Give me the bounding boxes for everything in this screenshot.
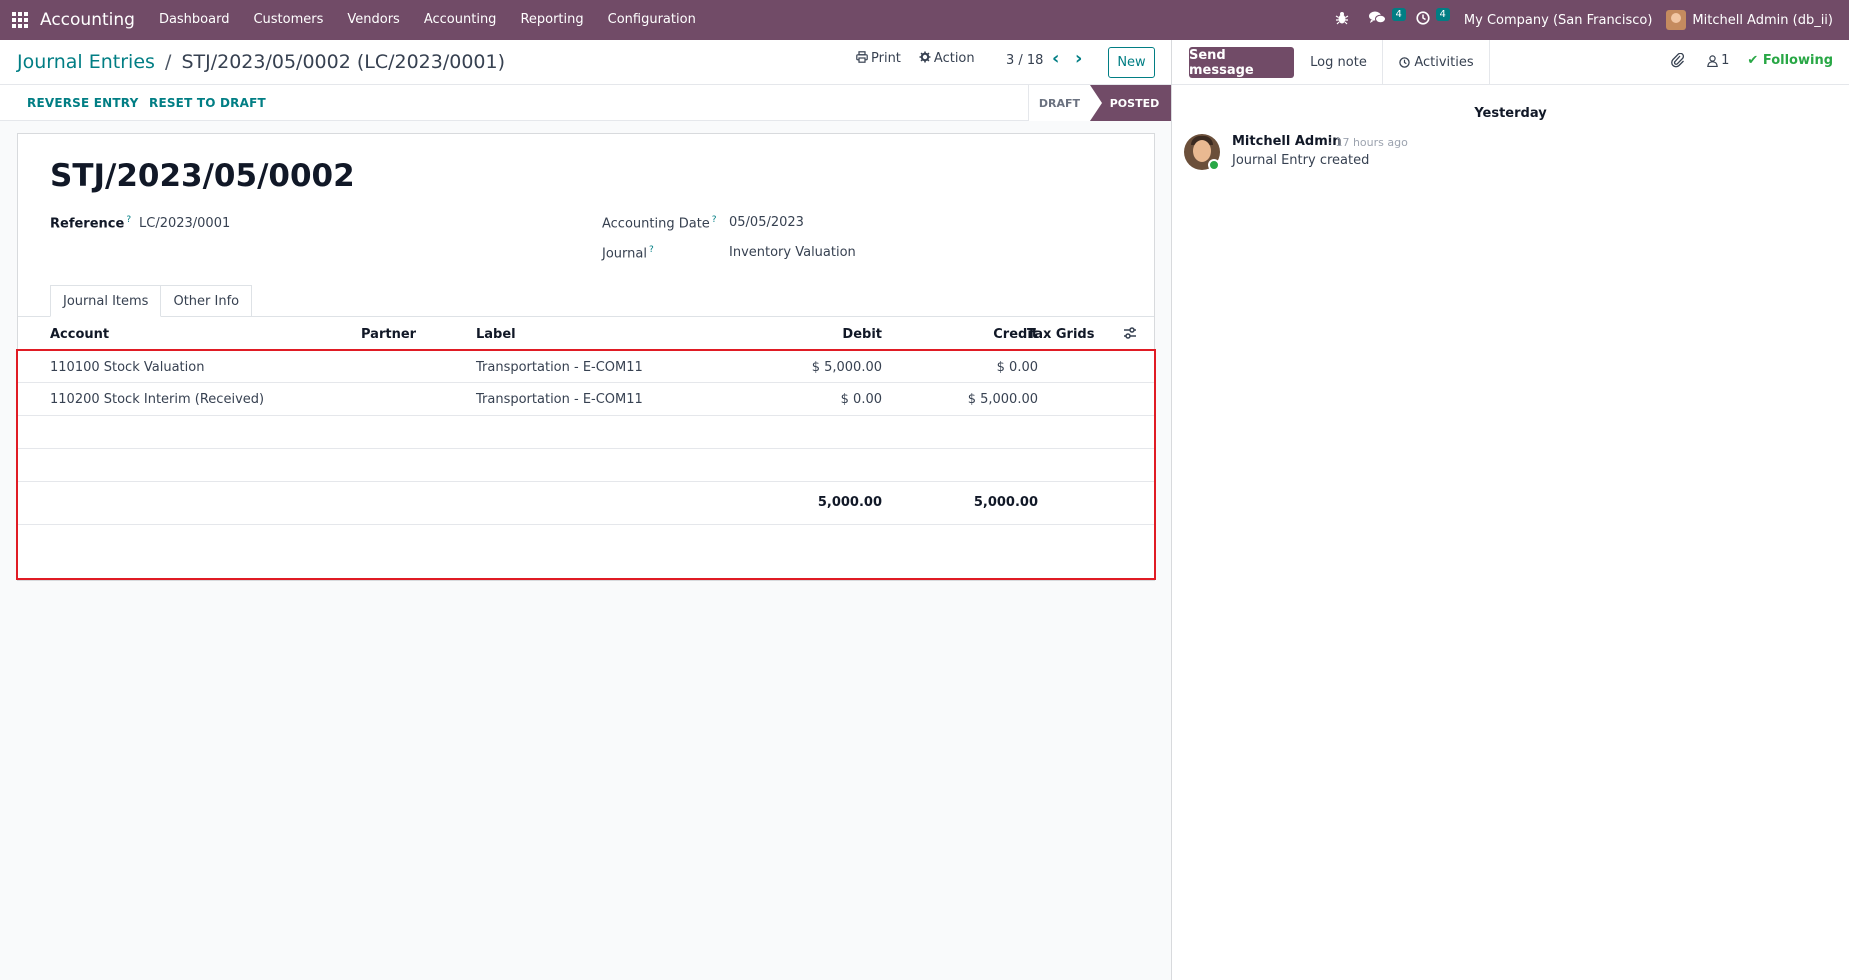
- row-account[interactable]: 110200 Stock Interim (Received): [50, 392, 264, 407]
- breadcrumb-current: STJ/2023/05/0002 (LC/2023/0001): [181, 51, 506, 73]
- breadcrumb-journal-entries[interactable]: Journal Entries: [17, 51, 155, 73]
- message-time: - 17 hours ago: [1328, 136, 1408, 149]
- print-label: Print: [871, 51, 901, 66]
- column-tax-grids[interactable]: Tax Grids: [1027, 327, 1094, 342]
- paperclip-icon[interactable]: [1671, 53, 1685, 68]
- action-label: Action: [933, 51, 975, 66]
- pager-next-icon[interactable]: ›: [1075, 48, 1082, 69]
- following-button[interactable]: ✔ Following: [1747, 53, 1833, 68]
- row-divider: [18, 448, 1154, 449]
- stage-posted[interactable]: POSTED: [1090, 85, 1171, 121]
- row-label[interactable]: Transportation - E-COM11: [476, 360, 643, 375]
- menu-configuration[interactable]: Configuration: [596, 0, 708, 40]
- messages-badge: 4: [1391, 8, 1406, 21]
- debug-bug-icon[interactable]: [1325, 0, 1359, 40]
- row-credit[interactable]: $ 0.00: [938, 360, 1038, 375]
- chatter-panel: Send message Log note Activities 1 ✔ Fol…: [1171, 40, 1849, 980]
- reference-label: Reference?: [50, 215, 132, 232]
- following-label: Following: [1762, 53, 1833, 68]
- row-debit[interactable]: $ 5,000.00: [782, 360, 882, 375]
- column-credit[interactable]: Credit: [958, 327, 1038, 342]
- activities-button[interactable]: Activities: [1384, 40, 1490, 85]
- row-divider: [18, 382, 1154, 383]
- pager-value[interactable]: 3 / 18: [1006, 53, 1043, 68]
- annotation-highlight-box: [16, 349, 1156, 580]
- message-author[interactable]: Mitchell Admin: [1232, 134, 1341, 149]
- column-partner[interactable]: Partner: [361, 327, 416, 342]
- menu-reporting[interactable]: Reporting: [508, 0, 595, 40]
- notebook-tabs: Journal Items Other Info: [50, 285, 253, 317]
- journal-label: Journal?: [602, 245, 654, 262]
- followers-button[interactable]: 1: [1707, 53, 1729, 68]
- status-bar: REVERSE ENTRY RESET TO DRAFT DRAFT POSTE…: [0, 85, 1171, 121]
- tab-divider: [18, 316, 1154, 317]
- activities-label: Activities: [1414, 55, 1474, 70]
- top-navbar: Accounting Dashboard Customers Vendors A…: [0, 0, 1849, 40]
- total-credit: 5,000.00: [973, 495, 1038, 510]
- tab-other-info[interactable]: Other Info: [160, 285, 253, 317]
- send-message-button[interactable]: Send message: [1189, 47, 1294, 78]
- print-button[interactable]: Print: [856, 51, 901, 66]
- menu-vendors[interactable]: Vendors: [335, 0, 411, 40]
- column-account[interactable]: Account: [50, 327, 109, 342]
- accounting-date-help-icon[interactable]: ?: [712, 215, 717, 225]
- activities-badge: 4: [1435, 8, 1450, 21]
- action-button[interactable]: Action: [919, 51, 975, 66]
- user-menu[interactable]: Mitchell Admin (db_ii): [1666, 10, 1849, 30]
- row-debit[interactable]: $ 0.00: [782, 392, 882, 407]
- row-credit[interactable]: $ 5,000.00: [938, 392, 1038, 407]
- followers-count: 1: [1721, 53, 1730, 68]
- menu-customers[interactable]: Customers: [241, 0, 335, 40]
- reverse-entry-button[interactable]: REVERSE ENTRY: [27, 96, 138, 110]
- breadcrumb: Journal Entries / STJ/2023/05/0002 (LC/2…: [17, 51, 505, 73]
- journal-help-icon[interactable]: ?: [649, 245, 654, 255]
- date-separator: Yesterday: [1474, 106, 1547, 121]
- app-name[interactable]: Accounting: [40, 10, 135, 30]
- user-name: Mitchell Admin (db_ii): [1692, 12, 1833, 28]
- tab-journal-items[interactable]: Journal Items: [50, 285, 162, 317]
- pager-previous-icon[interactable]: ‹: [1052, 48, 1059, 69]
- accounting-date-value[interactable]: 05/05/2023: [729, 215, 804, 230]
- reset-to-draft-button[interactable]: RESET TO DRAFT: [149, 96, 266, 110]
- messages-chat-icon[interactable]: 4: [1359, 0, 1406, 40]
- breadcrumb-separator: /: [164, 51, 172, 73]
- message-body: Journal Entry created: [1232, 153, 1370, 168]
- control-panel: Journal Entries / STJ/2023/05/0002 (LC/2…: [0, 40, 1171, 85]
- new-button[interactable]: New: [1108, 47, 1155, 78]
- clock-icon: [1399, 57, 1411, 68]
- accounting-date-label: Accounting Date?: [602, 215, 717, 232]
- apps-menu-icon[interactable]: [0, 0, 40, 40]
- optional-columns-icon[interactable]: [1122, 325, 1138, 341]
- gear-icon: [919, 51, 931, 66]
- row-divider: [18, 415, 1154, 416]
- record-title: STJ/2023/05/0002: [50, 158, 355, 194]
- journal-value[interactable]: Inventory Valuation: [729, 245, 856, 260]
- total-debit: 5,000.00: [817, 495, 882, 510]
- column-label[interactable]: Label: [476, 327, 516, 342]
- user-avatar: [1666, 10, 1687, 30]
- online-status-icon: [1208, 159, 1220, 171]
- menu-dashboard[interactable]: Dashboard: [147, 0, 242, 40]
- form-sheet: STJ/2023/05/0002 Reference? LC/2023/0001…: [16, 133, 1156, 581]
- header-divider: [18, 349, 1154, 350]
- reference-value[interactable]: LC/2023/0001: [139, 216, 230, 231]
- stage-draft[interactable]: DRAFT: [1028, 85, 1090, 121]
- row-label[interactable]: Transportation - E-COM11: [476, 392, 643, 407]
- chatter-topbar: Send message Log note Activities 1 ✔ Fol…: [1172, 40, 1849, 85]
- menu-accounting[interactable]: Accounting: [412, 0, 509, 40]
- row-account[interactable]: 110100 Stock Valuation: [50, 360, 204, 375]
- company-switcher[interactable]: My Company (San Francisco): [1450, 13, 1666, 28]
- check-icon: ✔: [1747, 53, 1759, 68]
- totals-divider: [18, 524, 1154, 525]
- log-note-button[interactable]: Log note: [1295, 40, 1383, 85]
- row-divider: [18, 481, 1154, 482]
- reference-help-icon[interactable]: ?: [126, 215, 131, 225]
- printer-icon: [856, 51, 868, 66]
- column-debit[interactable]: Debit: [818, 327, 882, 342]
- user-icon: [1707, 54, 1718, 67]
- activities-clock-icon[interactable]: 4: [1406, 0, 1450, 40]
